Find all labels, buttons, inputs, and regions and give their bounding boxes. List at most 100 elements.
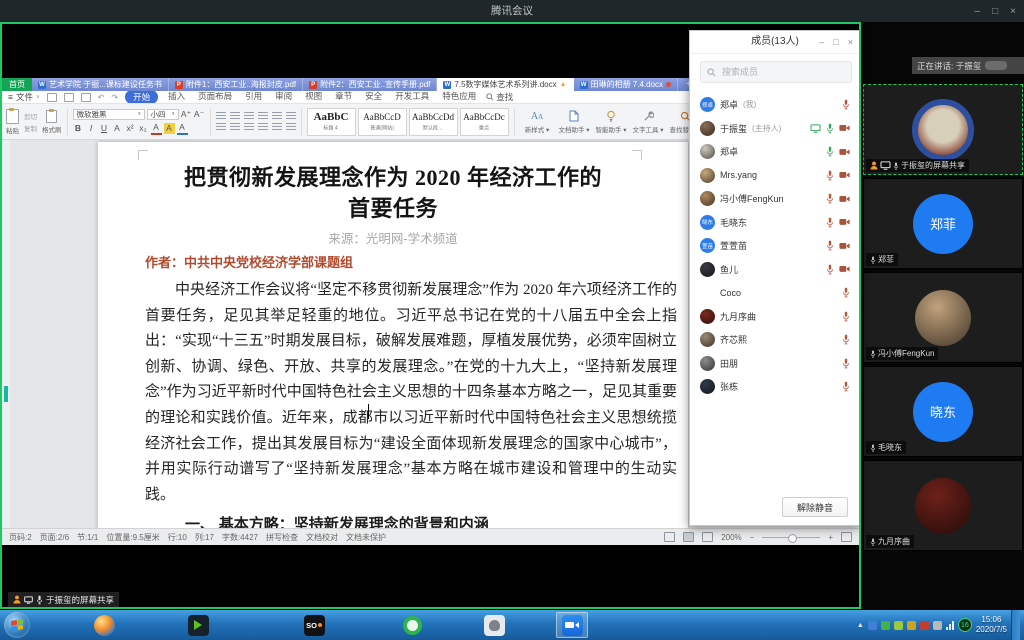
paragraph-format-icon[interactable] (258, 112, 268, 120)
document-tab[interactable]: W7.5数字媒体艺术系列讲.docx▲ (437, 78, 573, 91)
mic-icon[interactable] (826, 123, 834, 134)
colorful-sphere-taskbar-button[interactable] (88, 612, 120, 638)
document-tab[interactable]: W田琳的相册 7.4.docx (574, 78, 678, 91)
mic-icon[interactable] (826, 146, 834, 157)
maximize-icon[interactable]: □ (992, 6, 998, 17)
style-preset[interactable]: AaBbCcDd默认段... (409, 108, 458, 136)
member-row[interactable]: 郑卓郑卓(我) (690, 93, 860, 117)
menu-item[interactable]: 特色应用 (439, 91, 479, 104)
format-button[interactable]: A (151, 122, 162, 135)
tray-icon[interactable] (881, 621, 890, 630)
mic-icon[interactable] (842, 287, 850, 298)
show-desktop-button[interactable] (1011, 610, 1020, 640)
page-view-icon[interactable] (664, 532, 675, 542)
close-icon[interactable]: × (1010, 6, 1016, 17)
mic-icon[interactable] (870, 350, 876, 358)
menu-item[interactable]: 页面布局 (195, 91, 235, 104)
member-row[interactable]: 九月序曲 (690, 305, 860, 329)
status-item[interactable]: 页面:2/6 (40, 532, 69, 543)
tray-expand-icon[interactable]: ▲ (857, 622, 864, 629)
paste-button[interactable]: 粘贴 (6, 109, 19, 135)
mic-icon[interactable] (826, 170, 834, 181)
preview-icon[interactable] (81, 93, 91, 102)
mic-icon[interactable] (870, 444, 876, 452)
find-menu[interactable]: 查找 (486, 91, 513, 103)
nav-marker[interactable] (4, 386, 8, 402)
menu-item[interactable]: 章节 (332, 91, 355, 104)
web-view-icon[interactable] (683, 532, 694, 542)
member-row[interactable]: 齐芯熙 (690, 328, 860, 352)
format-button[interactable]: B (73, 123, 84, 134)
member-search-box[interactable] (700, 61, 852, 83)
panel-maximize-icon[interactable]: □ (833, 37, 838, 47)
undo-icon[interactable]: ↶ (98, 94, 105, 101)
ribbon-tool-1[interactable]: AA新样式 ▾ (520, 110, 555, 134)
paragraph-format-icon[interactable] (258, 123, 268, 131)
start-button[interactable] (4, 612, 30, 638)
menu-item[interactable]: 审阅 (272, 91, 295, 104)
green-ring-taskbar-button[interactable] (396, 612, 428, 638)
save-icon[interactable] (47, 93, 57, 102)
tray-icon[interactable] (894, 621, 903, 630)
cut-button[interactable]: 剪切 (24, 111, 37, 121)
format-button[interactable]: x² (125, 123, 136, 134)
wps-home-tab[interactable]: 首页 (2, 78, 32, 91)
mic-icon[interactable] (870, 538, 876, 546)
print-icon[interactable] (64, 93, 74, 102)
mic-icon[interactable] (870, 256, 876, 264)
ribbon-tool-4[interactable]: 文字工具 ▾ (631, 110, 666, 134)
paragraph-format-icon[interactable] (286, 123, 296, 131)
video-thumbnail[interactable]: 冯小傅FengKun (863, 272, 1023, 363)
tencent-meeting-taskbar-button[interactable] (556, 612, 588, 638)
format-button[interactable]: A (112, 123, 123, 134)
camera-icon[interactable] (839, 265, 850, 273)
menu-item[interactable]: 安全 (362, 91, 385, 104)
tray-icon[interactable] (868, 621, 877, 630)
paragraph-format-icon[interactable] (230, 112, 240, 120)
mic-icon[interactable] (826, 264, 834, 275)
member-row[interactable]: 于振玺(主持人) (690, 117, 860, 141)
member-row[interactable]: 冯小傅FengKun (690, 187, 860, 211)
format-button[interactable]: I (86, 123, 97, 134)
font-size-select[interactable]: 小四▾ (147, 109, 179, 120)
document-page[interactable]: 把贯彻新发展理念作为 2020 年经济工作的 首要任务 来源：光明网-学术频道 … (98, 142, 688, 528)
document-body[interactable]: 中央经济工作会议将“坚定不移贯彻新发展理念”作为 2020 年六项经济工作的首要… (145, 278, 677, 528)
ribbon-tool-2[interactable]: 文档助手 ▾ (557, 110, 592, 134)
mic-icon[interactable] (842, 311, 850, 322)
status-item[interactable]: 文档校对 (306, 532, 338, 543)
camera-icon[interactable] (839, 171, 850, 179)
tray-icon[interactable] (920, 621, 929, 630)
panel-close-icon[interactable]: × (848, 37, 853, 47)
menu-item[interactable]: 引用 (242, 91, 265, 104)
member-row[interactable]: 萱苗萱萱苗 (690, 234, 860, 258)
video-thumbnail[interactable]: 郑菲郑菲 (863, 178, 1023, 269)
mic-icon[interactable] (893, 162, 899, 170)
paragraph-format-icon[interactable] (272, 123, 282, 131)
video-thumbnail[interactable]: 晓东毛晓东 (863, 366, 1023, 457)
paragraph-format-icon[interactable] (244, 123, 254, 131)
camera-icon[interactable] (839, 218, 850, 226)
paragraph-format-icon[interactable] (216, 123, 226, 131)
menu-item[interactable]: 开始 (125, 91, 158, 104)
hamburger-icon[interactable]: ≡ (8, 92, 13, 102)
member-row[interactable]: 鱼儿 (690, 258, 860, 282)
style-preset[interactable]: AaBbCcD普通(网站) (358, 108, 407, 136)
mic-icon[interactable] (826, 240, 834, 251)
format-button[interactable]: U (99, 123, 110, 134)
status-item[interactable]: 拼写检查 (266, 532, 298, 543)
input-method-taskbar-button[interactable] (478, 612, 510, 638)
mic-icon[interactable] (842, 358, 850, 369)
network-signal-icon[interactable] (946, 621, 954, 630)
minimize-icon[interactable]: – (975, 6, 981, 17)
format-button[interactable]: A (177, 122, 188, 135)
outline-view-icon[interactable] (702, 532, 713, 542)
format-painter-button[interactable]: 格式刷 (42, 110, 62, 134)
format-button[interactable]: x₂ (138, 123, 149, 134)
member-row[interactable]: 晓东毛晓东 (690, 211, 860, 235)
member-row[interactable]: 郑卓 (690, 140, 860, 164)
unmute-button[interactable]: 解除静音 (782, 497, 848, 517)
redo-icon[interactable]: ↷ (111, 94, 118, 101)
format-button[interactable]: A (164, 123, 175, 134)
camera-icon[interactable] (839, 148, 850, 156)
zoom-in-button[interactable]: + (828, 533, 833, 542)
